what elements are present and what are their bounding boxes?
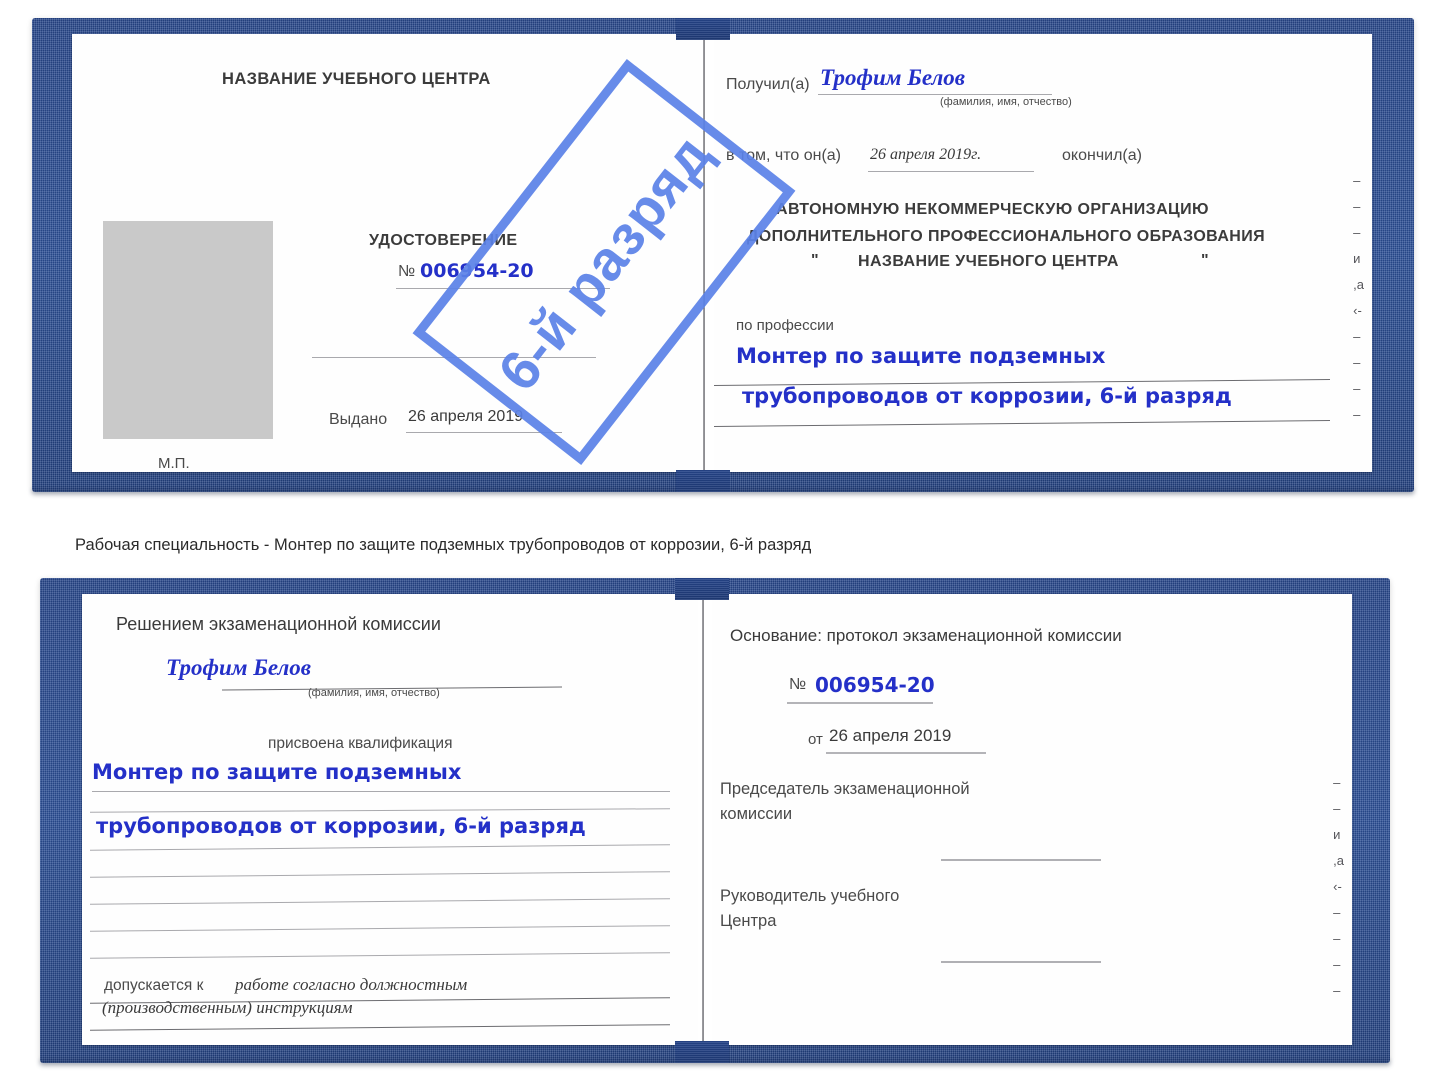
bottom-right-page: Основание: протокол экзаменационной коми… xyxy=(712,594,1352,1045)
top-right-received-value: Трофим Белов xyxy=(820,65,966,90)
top-right-received-label: Получил(а) xyxy=(726,76,810,93)
bottom-right-head-signature-rule xyxy=(941,961,1101,963)
top-left-page: НАЗВАНИЕ УЧЕБНОГО ЦЕНТРА УДОСТОВЕРЕНИЕ №… xyxy=(72,34,700,472)
edge-char: и xyxy=(1353,251,1361,266)
edge-char: – xyxy=(1353,173,1361,188)
bottom-left-rule-9 xyxy=(90,1024,670,1031)
edge-char: ,а xyxy=(1333,853,1344,868)
edge-char: – xyxy=(1333,957,1341,972)
top-left-issued-label: Выдано xyxy=(329,411,388,428)
top-right-finished-label: окончил(а) xyxy=(1062,147,1142,164)
bottom-spine-tab-lower xyxy=(675,1041,729,1063)
bottom-book-spine xyxy=(702,594,704,1045)
edge-char: – xyxy=(1333,801,1341,816)
top-right-profession-label: по профессии xyxy=(736,317,834,334)
top-right-name-hint: (фамилия, имя, отчество) xyxy=(940,96,1072,108)
edge-char: – xyxy=(1353,355,1361,370)
bottom-right-number-label: № xyxy=(789,676,807,693)
bottom-left-qualification-line1: Монтер по защите подземных xyxy=(92,760,462,784)
top-right-org-quote-close: " xyxy=(1201,252,1209,269)
top-left-doc-type: УДОСТОВЕРЕНИЕ xyxy=(369,232,518,249)
edge-char: – xyxy=(1333,931,1341,946)
bottom-left-rule-2 xyxy=(90,808,670,813)
top-left-number-rule xyxy=(396,288,610,289)
bottom-right-chairman-line1: Председатель экзаменационной xyxy=(720,780,970,798)
bottom-left-name-value: Трофим Белов xyxy=(166,655,312,680)
top-right-profession-line1: Монтер по защите подземных xyxy=(736,344,1106,368)
top-right-profession-rule2 xyxy=(714,420,1330,427)
bottom-left-admitted-value-line1: работе согласно должностным xyxy=(235,975,468,994)
edge-char: – xyxy=(1333,775,1341,790)
photo-placeholder xyxy=(103,221,273,439)
edge-char: ‹- xyxy=(1353,303,1362,318)
top-right-org-quote-open: " xyxy=(811,252,819,269)
top-left-number-label: № xyxy=(398,263,416,280)
bottom-right-head-line1: Руководитель учебного xyxy=(720,887,900,905)
top-right-org-line2: ДОПОЛНИТЕЛЬНОГО ПРОФЕССИОНАЛЬНОГО ОБРАЗО… xyxy=(747,228,1266,245)
top-left-number-value: 006954-20 xyxy=(420,260,534,282)
bottom-left-qualification-label: присвоена квалификация xyxy=(268,735,453,752)
certificate-top-pages: НАЗВАНИЕ УЧЕБНОГО ЦЕНТРА УДОСТОВЕРЕНИЕ №… xyxy=(72,34,1372,472)
top-right-edge-column: – – – и ,а ‹- – – – – xyxy=(1353,168,1364,428)
bottom-left-name-hint: (фамилия, имя, отчество) xyxy=(308,687,440,699)
bottom-left-rule-1 xyxy=(92,791,670,792)
top-left-center-title: НАЗВАНИЕ УЧЕБНОГО ЦЕНТРА xyxy=(222,70,491,88)
bottom-left-rule-7 xyxy=(90,952,670,959)
edge-char: – xyxy=(1333,983,1341,998)
bottom-left-qualification-line2: трубопроводов от коррозии, 6-й разряд xyxy=(96,814,586,838)
top-left-blank-rule xyxy=(312,357,596,358)
bottom-left-rule-5 xyxy=(90,898,670,905)
edge-char: – xyxy=(1353,329,1361,344)
top-right-date-rule xyxy=(868,171,1034,172)
edge-char: – xyxy=(1333,905,1341,920)
edge-char: – xyxy=(1353,225,1361,240)
bottom-right-date-label: от xyxy=(808,731,823,748)
top-left-seal-label: М.П. xyxy=(158,455,190,472)
top-book-spine xyxy=(703,34,705,472)
certificate-bottom-pages: Решением экзаменационной комиссии Трофим… xyxy=(82,594,1352,1045)
bottom-right-head-line2: Центра xyxy=(720,912,777,930)
edge-char: и xyxy=(1333,827,1341,842)
bottom-left-admitted-label: допускается к xyxy=(104,977,204,994)
top-spine-tab-upper xyxy=(676,18,730,40)
bottom-right-date-rule xyxy=(826,752,986,754)
edge-char: ,а xyxy=(1353,277,1364,292)
top-right-name-rule xyxy=(818,94,1052,95)
bottom-left-rule-4 xyxy=(90,871,670,878)
top-right-page: Получил(а) Трофим Белов (фамилия, имя, о… xyxy=(714,34,1372,472)
edge-char: – xyxy=(1353,381,1361,396)
edge-char: – xyxy=(1353,407,1361,422)
top-left-issued-rule xyxy=(406,432,562,433)
top-right-org-line1: АВТОНОМНУЮ НЕКОММЕРЧЕСКУЮ ОРГАНИЗАЦИЮ xyxy=(776,201,1209,218)
bottom-left-heading: Решением экзаменационной комиссии xyxy=(116,614,441,634)
bottom-right-number-value: 006954-20 xyxy=(815,673,935,697)
bottom-left-page: Решением экзаменационной комиссии Трофим… xyxy=(82,594,698,1045)
bottom-left-rule-6 xyxy=(90,925,670,932)
top-spine-tab-lower xyxy=(676,470,730,492)
edge-char: ‹- xyxy=(1333,879,1342,894)
bottom-right-chairman-line2: комиссии xyxy=(720,805,793,823)
bottom-right-edge-column: – – и ,а ‹- – – – – xyxy=(1333,770,1344,1004)
top-left-issued-value: 26 апреля 2019 xyxy=(408,408,524,425)
top-right-org-name: НАЗВАНИЕ УЧЕБНОГО ЦЕНТРА xyxy=(858,253,1119,270)
top-right-that-he-label: в том, что он(а) xyxy=(726,147,841,164)
bottom-right-date-value: 26 апреля 2019 xyxy=(829,726,952,745)
bottom-right-chairman-signature-rule xyxy=(941,859,1101,861)
bottom-right-basis-label: Основание: протокол экзаменационной коми… xyxy=(730,626,1122,645)
bottom-left-rule-3 xyxy=(90,844,670,851)
top-right-completion-date: 26 апреля 2019г. xyxy=(870,146,982,163)
edge-char: – xyxy=(1353,199,1361,214)
bottom-spine-tab-upper xyxy=(675,578,729,600)
top-right-profession-line2: трубопроводов от коррозии, 6-й разряд xyxy=(742,384,1232,408)
bottom-left-admitted-value-line2: (производственным) инструкциям xyxy=(102,998,353,1017)
bottom-right-number-rule xyxy=(787,702,933,704)
image-caption: Рабочая специальность - Монтер по защите… xyxy=(75,536,812,554)
